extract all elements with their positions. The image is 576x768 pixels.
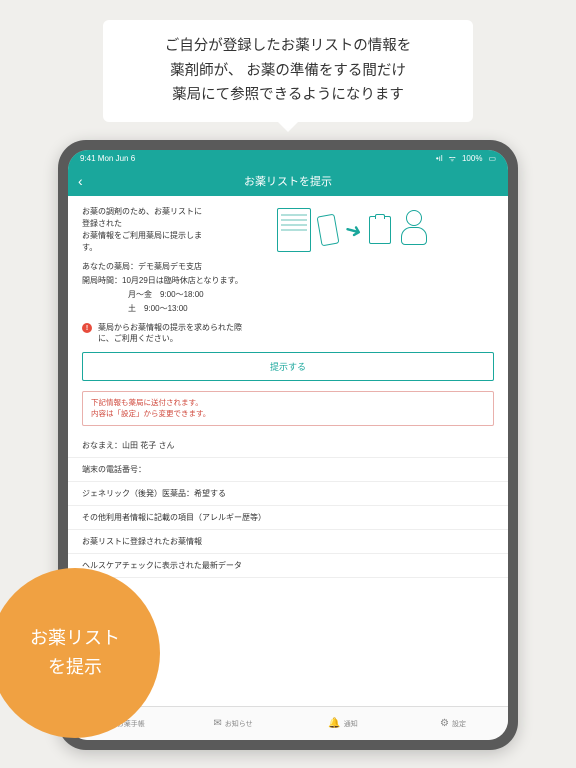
arrow-icon: ➜ <box>342 216 365 244</box>
badge-line: を提示 <box>30 653 120 682</box>
list-item: おなまえ：山田 花子 さん <box>68 434 508 458</box>
nav-title: お薬リストを提示 <box>244 173 332 189</box>
tab-notify[interactable]: 🔔 通知 <box>288 707 398 740</box>
hours-row: 開局時間：10月29日は臨時休店となります。 <box>68 274 508 288</box>
back-button[interactable]: ‹ <box>78 173 83 189</box>
status-time: 9:41 Mon Jun 6 <box>80 154 135 163</box>
signal-icon: •ıl <box>436 154 443 163</box>
red-note-line: 内容は「設定」から変更できます。 <box>91 408 485 419</box>
alert-text: 薬局からお薬情報の提示を求められた際 に、ご利用ください。 <box>98 322 242 344</box>
red-note: 下記情報も薬局に送付されます。 内容は「設定」から変更できます。 <box>82 391 494 426</box>
alert-icon: ! <box>82 323 92 333</box>
pharmacy-label: あなたの薬局： <box>82 262 138 271</box>
pharmacy-name: デモ薬局デモ支店 <box>138 262 202 271</box>
battery-icon: ▭ <box>488 154 496 163</box>
bell-icon: 🔔 <box>328 718 340 729</box>
badge-line: お薬リスト <box>30 624 120 653</box>
battery-text: 100% <box>462 154 482 163</box>
list-item: お薬リストに登録されたお薬情報 <box>68 530 508 554</box>
illustration: ➜ <box>212 206 494 254</box>
nav-bar: ‹ お薬リストを提示 <box>68 166 508 196</box>
tab-label: 通知 <box>344 719 358 729</box>
status-right: •ıl ᯤ 100% ▭ <box>436 153 496 164</box>
phone-icon <box>316 214 339 247</box>
intro-line: お薬情報をご利用薬局に提示します。 <box>82 230 202 254</box>
pharmacist-icon <box>399 210 429 250</box>
pharmacy-row: あなたの薬局：デモ薬局デモ支店 <box>68 260 508 274</box>
tab-label: 設定 <box>452 719 466 729</box>
status-bar: 9:41 Mon Jun 6 •ıl ᯤ 100% ▭ <box>68 150 508 166</box>
tab-label: お知らせ <box>225 719 253 729</box>
list-item: その他利用者情報に記載の項目（アレルギー歴等） <box>68 506 508 530</box>
tab-news[interactable]: ✉ お知らせ <box>178 707 288 740</box>
red-note-line: 下記情報も薬局に送付されます。 <box>91 397 485 408</box>
promo-line: 薬剤師が、 お薬の準備をする間だけ <box>127 59 449 84</box>
hours-detail: 月〜金 9:00〜18:00 <box>68 288 508 302</box>
alert-line: に、ご利用ください。 <box>98 333 242 344</box>
alert-row: ! 薬局からお薬情報の提示を求められた際 に、ご利用ください。 <box>68 316 508 348</box>
tab-settings[interactable]: ⚙ 設定 <box>398 707 508 740</box>
intro-line: お薬の調剤のため、お薬リストに登録された <box>82 206 202 230</box>
alert-line: 薬局からお薬情報の提示を求められた際 <box>98 322 242 333</box>
list-item: 端末の電話番号： <box>68 458 508 482</box>
list-item: ヘルスケアチェックに表示された最新データ <box>68 554 508 578</box>
intro-block: お薬の調剤のため、お薬リストに登録された お薬情報をご利用薬局に提示します。 ➜ <box>68 196 508 260</box>
data-list: おなまえ：山田 花子 さん 端末の電話番号： ジェネリック（後発）医薬品：希望す… <box>68 434 508 578</box>
hours-note: 10月29日は臨時休店となります。 <box>122 276 243 285</box>
wifi-icon: ᯤ <box>449 153 456 164</box>
mail-icon: ✉ <box>213 718 221 729</box>
list-item: ジェネリック（後発）医薬品：希望する <box>68 482 508 506</box>
hours-detail: 土 9:00〜13:00 <box>68 302 508 316</box>
document-icon <box>277 208 311 252</box>
clipboard-icon <box>369 216 391 244</box>
promo-line: 薬局にて参照できるようになります <box>127 83 449 108</box>
hours-label: 開局時間： <box>82 276 122 285</box>
intro-text: お薬の調剤のため、お薬リストに登録された お薬情報をご利用薬局に提示します。 <box>82 206 202 254</box>
gear-icon: ⚙ <box>440 718 449 729</box>
submit-button[interactable]: 提示する <box>82 352 494 381</box>
promo-line: ご自分が登録したお薬リストの情報を <box>127 34 449 59</box>
promo-bubble: ご自分が登録したお薬リストの情報を 薬剤師が、 お薬の準備をする間だけ 薬局にて… <box>103 20 473 122</box>
